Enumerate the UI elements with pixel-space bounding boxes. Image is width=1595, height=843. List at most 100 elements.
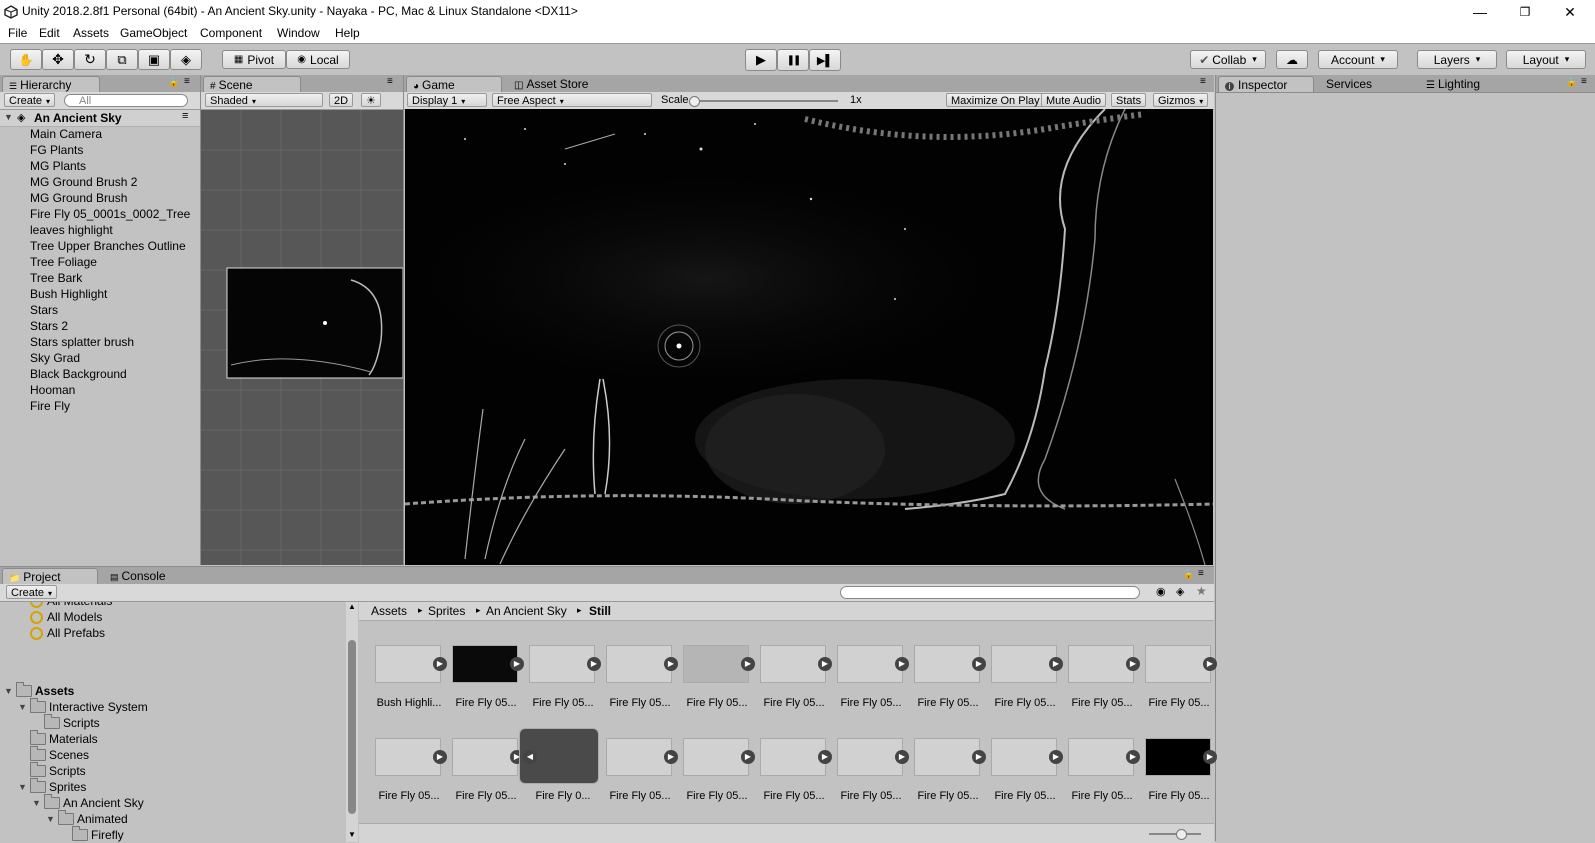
collab-dropdown[interactable]: ✔ Collab <box>1190 50 1266 69</box>
scrollbar-thumb[interactable] <box>348 640 356 814</box>
expand-arrow-icon[interactable]: ▶ <box>1203 657 1217 671</box>
expand-triangle-icon[interactable]: ▼ <box>46 814 58 824</box>
favorite-search-item[interactable]: All Prefabs <box>30 626 105 640</box>
folder-tree-item[interactable]: Firefly <box>60 826 124 842</box>
toggle-2d-button[interactable]: 2D <box>329 93 354 107</box>
scene-viewport[interactable] <box>201 110 403 565</box>
local-toggle[interactable]: ◉ Local <box>286 50 350 69</box>
scene-header-row[interactable]: ▼ ◈ An Ancient Sky ≡ <box>0 110 200 127</box>
expand-arrow-icon[interactable]: ▶ <box>1126 657 1140 671</box>
expand-arrow-icon[interactable]: ▶ <box>895 657 909 671</box>
sprite-thumbnail[interactable] <box>1068 645 1134 683</box>
mute-audio-toggle[interactable]: Mute Audio <box>1041 93 1107 107</box>
lock-icon[interactable]: 🔒 <box>1566 77 1577 88</box>
scroll-down-icon[interactable]: ▼ <box>348 830 356 839</box>
hierarchy-item[interactable]: Fire Fly <box>30 399 70 413</box>
hierarchy-item[interactable]: Hooman <box>30 383 75 397</box>
expand-arrow-icon[interactable]: ▶ <box>587 657 601 671</box>
sprite-thumbnail[interactable] <box>991 645 1057 683</box>
lock-icon[interactable]: 🔒 <box>168 77 179 88</box>
scale-slider[interactable] <box>689 96 838 107</box>
sprite-thumbnail[interactable] <box>1145 645 1211 683</box>
sprite-thumbnail[interactable] <box>683 645 749 683</box>
sprite-thumbnail[interactable] <box>914 645 980 683</box>
sprite-thumbnail[interactable] <box>452 645 518 683</box>
expand-arrow-icon[interactable]: ▶ <box>741 657 755 671</box>
sprite-thumbnail[interactable] <box>760 645 826 683</box>
expand-arrow-icon[interactable]: ▶ <box>664 750 678 764</box>
menu-assets[interactable]: Assets <box>73 26 109 40</box>
play-button[interactable]: ▶ <box>745 49 777 71</box>
sprite-thumbnail[interactable] <box>760 738 826 776</box>
expand-arrow-icon[interactable]: ▶ <box>664 657 678 671</box>
hierarchy-search-input[interactable]: All <box>64 94 188 107</box>
expand-arrow-icon[interactable]: ▶ <box>972 657 986 671</box>
scroll-up-icon[interactable]: ▲ <box>348 602 356 611</box>
breadcrumb-an-ancient-sky[interactable]: An Ancient Sky <box>486 604 567 618</box>
rect-tool-button[interactable]: ▣ <box>138 49 170 70</box>
shading-dropdown[interactable]: Shaded <box>205 93 323 107</box>
hierarchy-item[interactable]: MG Ground Brush <box>30 191 127 205</box>
transform-tool-button[interactable]: ◈ <box>170 49 202 70</box>
breadcrumb-sprites[interactable]: Sprites <box>428 604 465 618</box>
close-button[interactable]: ✕ <box>1555 2 1585 22</box>
cloud-button[interactable]: ☁ <box>1276 50 1308 69</box>
assets-root[interactable]: ▼ Assets <box>4 682 74 698</box>
expand-arrow-icon[interactable]: ▶ <box>741 750 755 764</box>
tab-console[interactable]: ▤ Console <box>104 568 200 584</box>
sprite-thumbnail[interactable] <box>375 738 441 776</box>
icon-size-slider[interactable] <box>1149 829 1201 840</box>
tab-asset-store[interactable]: ◫ Asset Store <box>508 76 608 92</box>
tab-game[interactable]: ◕ Game <box>406 76 502 92</box>
folder-tree-item[interactable]: ▼ An Ancient Sky <box>32 794 144 810</box>
layers-dropdown[interactable]: Layers <box>1417 50 1497 69</box>
expand-arrow-icon[interactable]: ◀ <box>523 750 537 764</box>
expand-triangle-icon[interactable]: ▼ <box>4 686 16 696</box>
hierarchy-create-button[interactable]: Create <box>4 93 56 107</box>
aspect-dropdown[interactable]: Free Aspect <box>492 93 652 107</box>
sprite-thumbnail[interactable] <box>837 645 903 683</box>
tab-lighting[interactable]: ☰ Lighting <box>1420 76 1520 92</box>
step-button[interactable]: ▶▌ <box>809 49 841 71</box>
expand-triangle-icon[interactable]: ▼ <box>18 782 30 792</box>
breadcrumb-still[interactable]: Still <box>589 604 611 618</box>
sprite-thumbnail[interactable] <box>837 738 903 776</box>
lighting-toggle[interactable]: ☀ <box>361 93 381 107</box>
scale-slider-thumb[interactable] <box>689 96 700 107</box>
scale-tool-button[interactable]: ⧉ <box>106 49 138 70</box>
menu-component[interactable]: Component <box>200 26 262 40</box>
hierarchy-item[interactable]: Stars splatter brush <box>30 335 134 349</box>
sprite-thumbnail[interactable] <box>529 645 595 683</box>
tab-inspector[interactable]: i Inspector <box>1218 76 1314 92</box>
favorite-search-item[interactable]: All Models <box>30 610 102 624</box>
rotate-tool-button[interactable]: ↻ <box>74 49 106 70</box>
hierarchy-item[interactable]: Black Background <box>30 367 127 381</box>
panel-menu-icon[interactable]: ≡ <box>1198 568 1204 579</box>
sprite-thumbnail[interactable] <box>375 645 441 683</box>
hierarchy-item[interactable]: Stars 2 <box>30 319 68 333</box>
sprite-thumbnail[interactable] <box>1145 738 1211 776</box>
hand-tool-button[interactable]: ✋ <box>10 49 42 70</box>
gizmos-dropdown[interactable]: Gizmos <box>1153 93 1209 107</box>
hierarchy-item[interactable]: leaves highlight <box>30 223 113 237</box>
expand-arrow-icon[interactable]: ▶ <box>972 750 986 764</box>
folder-tree-item[interactable]: Scripts <box>18 762 86 778</box>
hierarchy-item[interactable]: Tree Bark <box>30 271 82 285</box>
search-by-label-icon[interactable]: ◈ <box>1176 585 1184 598</box>
panel-menu-icon[interactable]: ≡ <box>1200 76 1206 87</box>
project-search-input[interactable] <box>840 586 1140 599</box>
hierarchy-item[interactable]: Tree Upper Branches Outline <box>30 239 186 253</box>
breadcrumb-assets[interactable]: Assets <box>371 604 407 618</box>
panel-menu-icon[interactable]: ≡ <box>1581 76 1587 87</box>
icon-size-slider-thumb[interactable] <box>1176 829 1187 840</box>
sprite-thumbnail[interactable] <box>914 738 980 776</box>
sprite-thumbnail[interactable] <box>1068 738 1134 776</box>
expand-arrow-icon[interactable]: ▶ <box>433 750 447 764</box>
hierarchy-item[interactable]: Sky Grad <box>30 351 80 365</box>
expand-arrow-icon[interactable]: ▶ <box>1049 750 1063 764</box>
account-dropdown[interactable]: Account <box>1318 50 1398 69</box>
hierarchy-item[interactable]: Tree Foliage <box>30 255 97 269</box>
maximize-button[interactable]: ❐ <box>1510 2 1540 22</box>
stats-toggle[interactable]: Stats <box>1111 93 1147 107</box>
maximize-on-play-toggle[interactable]: Maximize On Play <box>946 93 1045 107</box>
